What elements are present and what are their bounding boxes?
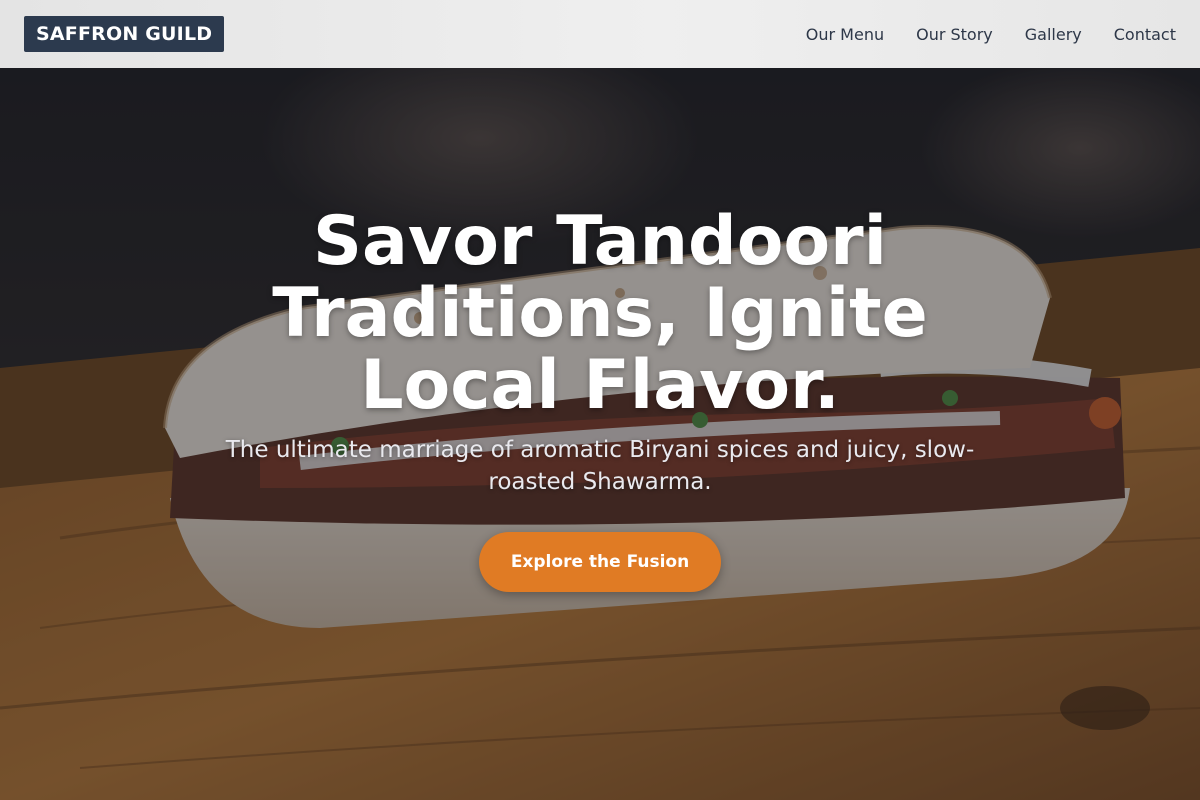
explore-fusion-button[interactable]: Explore the Fusion [478, 532, 722, 592]
hero-headline: Savor Tandoori Traditions, Ignite Local … [272, 202, 928, 425]
main-nav: Our Menu Our Story Gallery Contact [806, 25, 1176, 44]
brand-logo[interactable]: SAFFRON GUILD [24, 16, 225, 52]
hero-subheadline: The ultimate marriage of aromatic Biryan… [225, 437, 975, 495]
hero-content: Savor Tandoori Traditions, Ignite Local … [0, 68, 1200, 800]
nav-link-contact[interactable]: Contact [1114, 25, 1176, 44]
site-header: SAFFRON GUILD Our Menu Our Story Gallery… [0, 0, 1200, 68]
page: SAFFRON GUILD Our Menu Our Story Gallery… [0, 0, 1200, 800]
hero-section: Savor Tandoori Traditions, Ignite Local … [0, 68, 1200, 800]
nav-link-our-story[interactable]: Our Story [916, 25, 993, 44]
nav-link-gallery[interactable]: Gallery [1025, 25, 1082, 44]
nav-link-our-menu[interactable]: Our Menu [806, 25, 884, 44]
